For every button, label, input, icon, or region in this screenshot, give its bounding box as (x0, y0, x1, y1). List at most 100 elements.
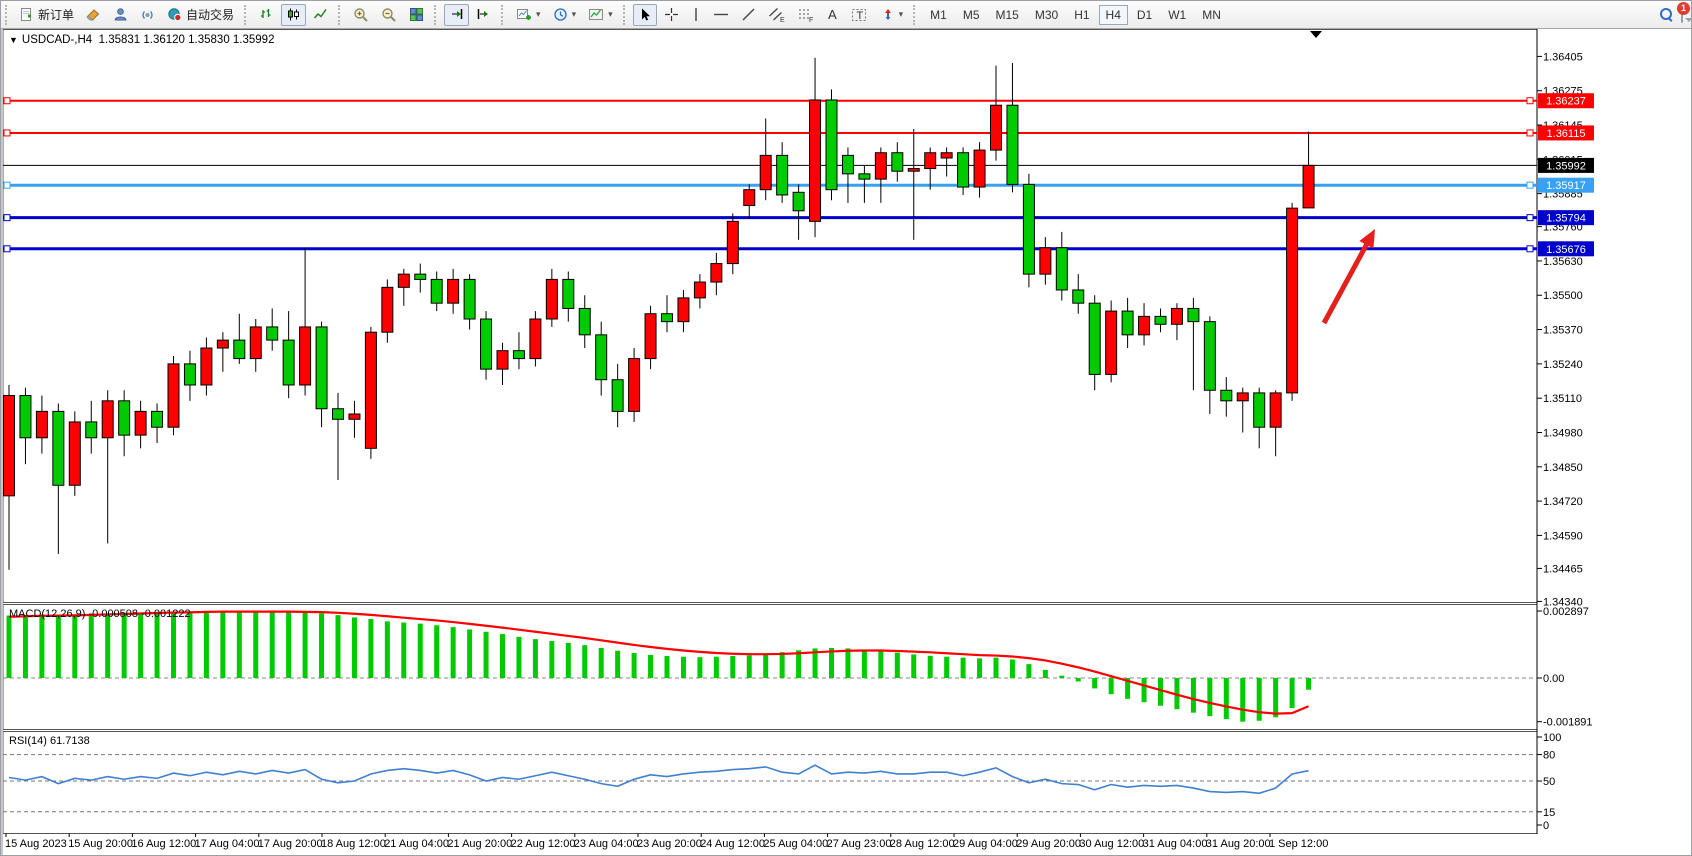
candle[interactable] (1303, 165, 1314, 207)
candle[interactable] (365, 332, 376, 448)
timeframe-w1[interactable]: W1 (1161, 5, 1193, 25)
toolbar-grip[interactable] (913, 5, 918, 25)
candle[interactable] (826, 100, 837, 190)
candle[interactable] (464, 279, 475, 319)
toolbar-grip[interactable] (5, 5, 10, 25)
candle[interactable] (300, 327, 311, 385)
candle[interactable] (415, 274, 426, 279)
candle[interactable] (1089, 303, 1100, 374)
candle[interactable] (201, 348, 212, 385)
arrows-button[interactable]: ▾ (875, 4, 909, 26)
timeframe-m30[interactable]: M30 (1028, 5, 1065, 25)
line-anchor-handle[interactable] (4, 98, 10, 104)
candle[interactable] (1122, 311, 1133, 335)
candle[interactable] (69, 422, 80, 485)
text-button[interactable]: A (821, 4, 844, 26)
candle[interactable] (727, 221, 738, 263)
candle[interactable] (875, 153, 886, 179)
candle[interactable] (36, 411, 47, 437)
candle[interactable] (744, 190, 755, 206)
candle[interactable] (481, 319, 492, 369)
candle[interactable] (958, 153, 969, 187)
toolbar-grip[interactable] (623, 5, 628, 25)
line-anchor-handle[interactable] (1527, 182, 1533, 188)
candle[interactable] (168, 364, 179, 427)
candle[interactable] (1287, 208, 1298, 393)
candle[interactable] (119, 401, 130, 435)
candle[interactable] (267, 327, 278, 340)
candle[interactable] (777, 155, 788, 195)
candle[interactable] (398, 274, 409, 287)
candle[interactable] (941, 153, 952, 158)
candle[interactable] (1007, 105, 1018, 184)
line-anchor-handle[interactable] (4, 130, 10, 136)
candle[interactable] (1040, 248, 1051, 274)
candle[interactable] (135, 411, 146, 435)
signal-button[interactable] (135, 4, 160, 26)
candle[interactable] (579, 308, 590, 334)
candle[interactable] (497, 351, 508, 369)
autotrade-button[interactable]: 自动交易 (162, 4, 239, 26)
timeframe-h1[interactable]: H1 (1067, 5, 1096, 25)
candle[interactable] (1254, 393, 1265, 427)
candle[interactable] (53, 411, 64, 485)
trendline-button[interactable] (736, 4, 761, 26)
candle[interactable] (859, 174, 870, 179)
candle[interactable] (152, 411, 163, 427)
candlestick-button[interactable] (281, 4, 306, 26)
vertical-line-button[interactable] (686, 4, 706, 26)
candle[interactable] (991, 105, 1002, 150)
candle[interactable] (1155, 316, 1166, 324)
candle[interactable] (546, 279, 557, 319)
templates-button[interactable]: ▾ (583, 4, 618, 26)
text-label-button[interactable]: T (846, 4, 873, 26)
candle[interactable] (333, 409, 344, 420)
candle[interactable] (250, 327, 261, 359)
toolbar-grip[interactable] (244, 5, 249, 25)
crosshair-button[interactable] (659, 4, 684, 26)
line-anchor-handle[interactable] (4, 182, 10, 188)
equidistant-channel-button[interactable]: E (763, 4, 790, 26)
new-order-button[interactable]: 新订单 (15, 4, 79, 26)
symbol-dropdown-icon[interactable]: ▼ (9, 35, 18, 45)
periods-button[interactable]: ▾ (548, 4, 582, 26)
candle[interactable] (662, 314, 673, 322)
chat-button[interactable]: 1 (1681, 8, 1683, 22)
candle[interactable] (86, 422, 97, 438)
candle[interactable] (694, 282, 705, 298)
zoom-in-button[interactable] (348, 4, 374, 26)
candle[interactable] (184, 364, 195, 385)
candle[interactable] (20, 396, 31, 438)
candle[interactable] (448, 279, 459, 303)
candle[interactable] (1171, 308, 1182, 324)
cursor-button[interactable] (633, 4, 657, 26)
candle[interactable] (1106, 311, 1117, 374)
chart-canvas[interactable]: 1.364051.362751.361451.360151.358851.357… (1, 29, 1692, 856)
zoom-out-button[interactable] (376, 4, 402, 26)
line-anchor-handle[interactable] (1527, 130, 1533, 136)
line-anchor-handle[interactable] (1527, 246, 1533, 252)
candle[interactable] (1023, 184, 1034, 274)
toolbar-grip[interactable] (501, 5, 506, 25)
candle[interactable] (596, 335, 607, 380)
candle[interactable] (760, 155, 771, 189)
candle[interactable] (793, 192, 804, 210)
auto-scroll-button[interactable] (444, 4, 469, 26)
fibonacci-button[interactable]: F (792, 4, 819, 26)
candle[interactable] (283, 340, 294, 385)
search-icon[interactable] (1660, 8, 1673, 21)
candle[interactable] (1056, 248, 1067, 290)
line-anchor-handle[interactable] (4, 215, 10, 221)
line-anchor-handle[interactable] (1527, 215, 1533, 221)
timeframe-d1[interactable]: D1 (1130, 5, 1159, 25)
candle[interactable] (1237, 393, 1248, 401)
candle[interactable] (612, 380, 623, 412)
indicators-button[interactable]: ▾ (511, 4, 546, 26)
candle[interactable] (645, 314, 656, 359)
timeframe-mn[interactable]: MN (1195, 5, 1228, 25)
candle[interactable] (316, 327, 327, 409)
eraser-button[interactable] (81, 4, 106, 26)
candle[interactable] (925, 153, 936, 169)
candle[interactable] (1073, 290, 1084, 303)
candle[interactable] (892, 153, 903, 171)
